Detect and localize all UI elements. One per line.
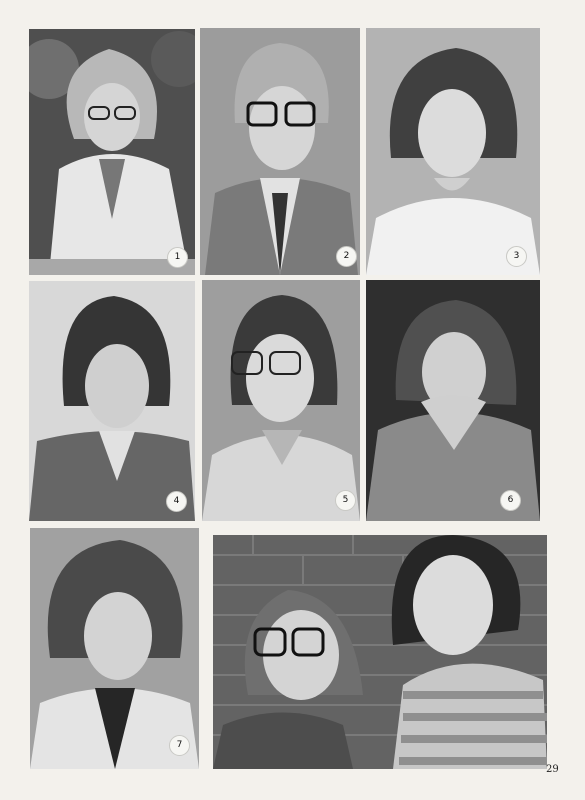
portrait-photo-4: 4	[29, 281, 195, 521]
photo-number-badge: 7	[169, 735, 190, 756]
page-number: 29	[546, 764, 559, 775]
photo-number-badge: 4	[166, 491, 187, 512]
portrait-photo-7: 7	[30, 528, 199, 769]
photo-number-badge: 6	[500, 490, 521, 511]
photo-number-badge: 5	[335, 490, 356, 511]
photo-number-badge: 1	[167, 247, 188, 268]
portrait-photo-1: 1	[29, 29, 195, 275]
photo-number-badge: 3	[506, 246, 527, 267]
yearbook-page: 1 2 3 4 5 6 7 29	[0, 0, 585, 800]
candid-photo-8	[213, 535, 547, 769]
portrait-photo-3: 3	[366, 28, 540, 275]
portrait-photo-5: 5	[202, 280, 360, 521]
portrait-photo-6: 6	[366, 280, 540, 521]
portrait-photo-2: 2	[200, 28, 360, 275]
photo-number-badge: 2	[336, 246, 357, 267]
